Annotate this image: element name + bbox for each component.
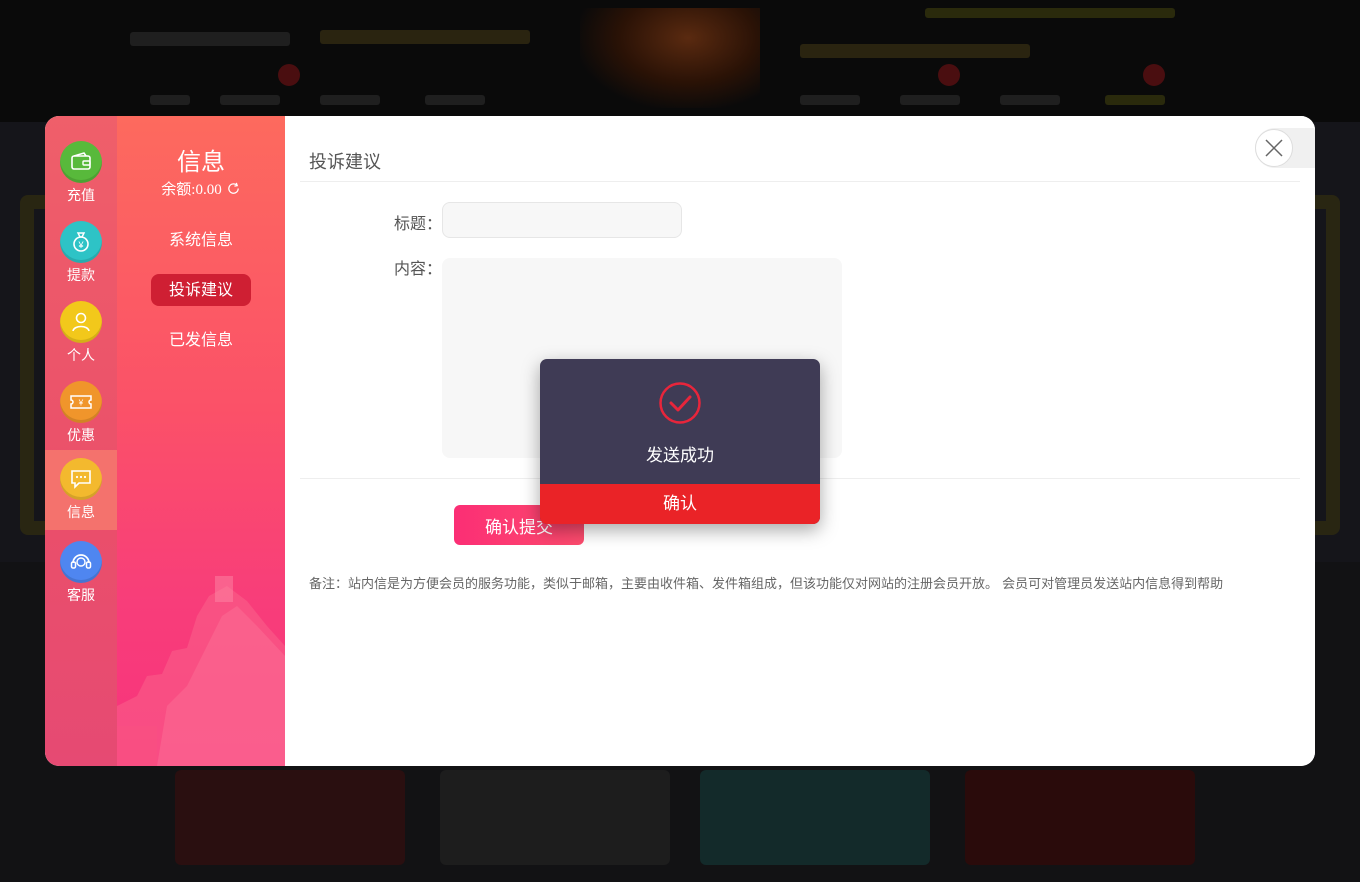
refresh-icon[interactable] <box>226 181 241 201</box>
background-text <box>130 32 290 46</box>
rail-label: 客服 <box>67 588 95 604</box>
rail-label: 信息 <box>67 505 95 521</box>
check-circle-icon <box>659 382 701 424</box>
background-game-tile <box>700 770 930 865</box>
rail-label: 个人 <box>67 348 95 364</box>
svg-text:¥: ¥ <box>77 240 84 250</box>
close-icon <box>1255 129 1293 167</box>
background-text <box>800 44 1030 58</box>
rail-item-recharge[interactable]: 充值 <box>45 138 117 218</box>
background-nav <box>1105 95 1165 105</box>
background-nav <box>800 95 860 105</box>
background-game-tile <box>965 770 1195 865</box>
background-nav <box>900 95 960 105</box>
rail-label: 提款 <box>67 268 95 284</box>
divider <box>300 181 1300 182</box>
rail-item-support[interactable]: 客服 <box>45 538 117 618</box>
svg-text:¥: ¥ <box>78 399 84 408</box>
background-nav <box>320 95 380 105</box>
title-label: 标题： <box>394 214 443 233</box>
balance-text: 余额:0.00 <box>161 182 222 198</box>
success-message: 发送成功 <box>646 446 714 466</box>
section-title: 信息 <box>177 148 225 176</box>
ticket-icon: ¥ <box>60 381 102 423</box>
subnav-sent-messages[interactable]: 已发信息 <box>151 324 251 356</box>
sub-navigation: 信息 余额:0.00 系统信息 投诉建议 已发信息 <box>117 116 285 766</box>
background-dot <box>278 64 300 86</box>
rail-item-promotions[interactable]: ¥ 优惠 <box>45 378 117 458</box>
title-input[interactable] <box>442 202 682 238</box>
background-logo <box>580 8 760 108</box>
money-bag-icon: ¥ <box>60 221 102 263</box>
background-nav <box>150 95 190 105</box>
content-label: 内容： <box>394 259 443 278</box>
great-wall-illustration <box>117 576 285 766</box>
icon-rail: 充值 ¥ 提款 个人 ¥ 优惠 信息 客服 <box>45 116 117 766</box>
rail-label: 优惠 <box>67 428 95 444</box>
background-game-tile <box>175 770 405 865</box>
subnav-system-messages[interactable]: 系统信息 <box>151 224 251 256</box>
user-icon <box>60 301 102 343</box>
background-game-tile <box>440 770 670 865</box>
background-text <box>925 8 1175 18</box>
wallet-icon <box>60 141 102 183</box>
rail-label: 充值 <box>67 188 95 204</box>
rail-item-profile[interactable]: 个人 <box>45 298 117 378</box>
background-dot <box>938 64 960 86</box>
confirm-button[interactable]: 确认 <box>540 484 820 524</box>
success-dialog: 发送成功 确认 <box>540 359 820 524</box>
background-nav <box>220 95 280 105</box>
rail-item-withdraw[interactable]: ¥ 提款 <box>45 218 117 298</box>
headset-icon <box>60 541 102 583</box>
subnav-complaints[interactable]: 投诉建议 <box>151 274 251 306</box>
message-icon <box>60 458 102 500</box>
background-dot <box>1143 64 1165 86</box>
balance-display: 余额:0.00 <box>117 178 285 201</box>
background-nav <box>425 95 485 105</box>
rail-item-messages[interactable]: 信息 <box>45 450 117 530</box>
page-title: 投诉建议 <box>309 152 381 173</box>
background-text <box>320 30 530 44</box>
note-text: 备注：站内信是为方便会员的服务功能，类似于邮箱，主要由收件箱、发件箱组成，但该功… <box>309 577 1224 592</box>
close-button[interactable] <box>1255 128 1315 168</box>
background-nav <box>1000 95 1060 105</box>
